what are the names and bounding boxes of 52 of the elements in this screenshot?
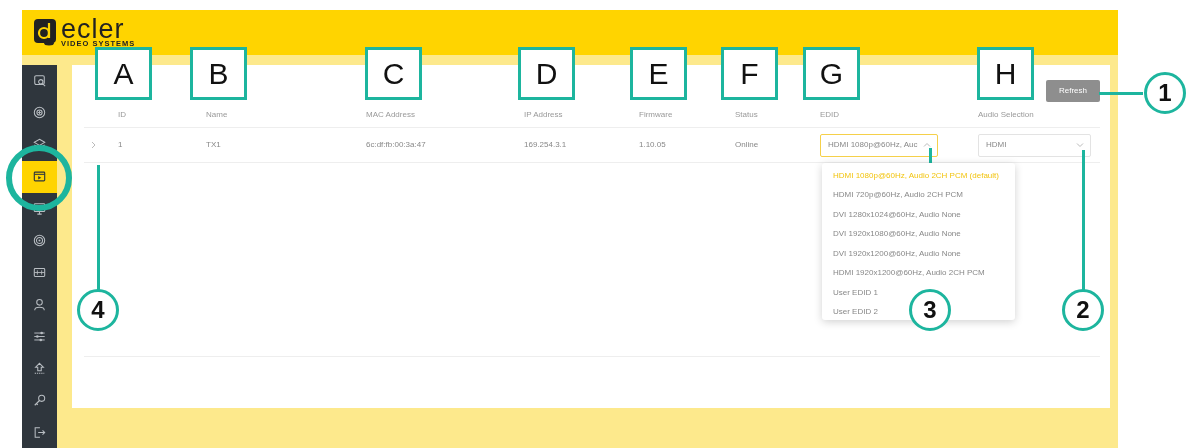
table-cell: Online — [735, 139, 759, 151]
sidebar-item[interactable] — [22, 160, 57, 193]
expand-toggle[interactable] — [90, 141, 96, 149]
callout-letter: D — [518, 47, 575, 100]
video-window-icon — [33, 170, 46, 184]
brand-name: ecler — [61, 18, 125, 40]
menu-item[interactable]: User EDID 1 — [822, 283, 878, 303]
logo-icon — [34, 19, 56, 46]
target-icon — [33, 234, 46, 248]
callout-letter: H — [977, 47, 1034, 100]
menu-item[interactable]: HDMI 1920x1200@60Hz, Audio 2CH PCM — [822, 263, 985, 283]
table-cell: 1 — [118, 139, 123, 151]
key-icon — [33, 393, 46, 407]
menu-item[interactable]: DVI 1920x1200@60Hz, Audio None — [822, 244, 961, 264]
column-header: Status — [735, 108, 758, 121]
monitor-icon — [33, 202, 46, 216]
edid-select[interactable]: HDMI 1080p@60Hz, Auc — [820, 133, 938, 157]
column-header: Audio Selection — [978, 108, 1034, 121]
column-header: EDID — [820, 108, 840, 121]
callout-letter: C — [365, 47, 422, 100]
menu-item[interactable]: HDMI 720p@60Hz, Audio 2CH PCM — [822, 185, 963, 205]
sliders-icon — [33, 329, 46, 343]
callout-letter: F — [721, 47, 778, 100]
plus-circle-icon — [33, 106, 46, 120]
table-cell: 1.10.05 — [639, 139, 666, 151]
column-header: MAC Address — [366, 108, 415, 121]
leader-line — [1099, 92, 1143, 95]
callout-letter: G — [803, 47, 860, 100]
menu-item[interactable]: User EDID 2 — [822, 302, 878, 320]
chevron-icon — [1076, 141, 1084, 149]
audio-select[interactable]: HDMI — [978, 133, 1091, 157]
monitor-search-icon — [33, 74, 46, 88]
table-cell: TX1 — [206, 139, 221, 151]
column-header: IP Address — [524, 108, 563, 121]
table-cell: 6c:df:fb:00:3a:47 — [366, 139, 426, 151]
menu-item[interactable]: DVI 1280x1024@60Hz, Audio None — [822, 205, 961, 225]
panel-icon — [33, 266, 46, 279]
user-icon — [33, 297, 46, 311]
callout-number: 1 — [1144, 72, 1186, 114]
chevron-icon — [923, 141, 931, 149]
column-header: ID — [118, 108, 126, 121]
logout-icon — [33, 425, 46, 439]
callout-letter: A — [95, 47, 152, 100]
upload-icon — [33, 361, 46, 375]
callout-letter: E — [630, 47, 687, 100]
refresh-button[interactable]: Refresh — [1046, 80, 1100, 102]
column-header: Name — [206, 108, 228, 121]
menu-item[interactable]: DVI 1920x1080@60Hz, Audio None — [822, 224, 961, 244]
column-header: Firmware — [639, 108, 673, 121]
callout-letter: B — [190, 47, 247, 100]
table-cell: 169.254.3.1 — [524, 139, 567, 151]
highlight-ring — [6, 145, 72, 211]
